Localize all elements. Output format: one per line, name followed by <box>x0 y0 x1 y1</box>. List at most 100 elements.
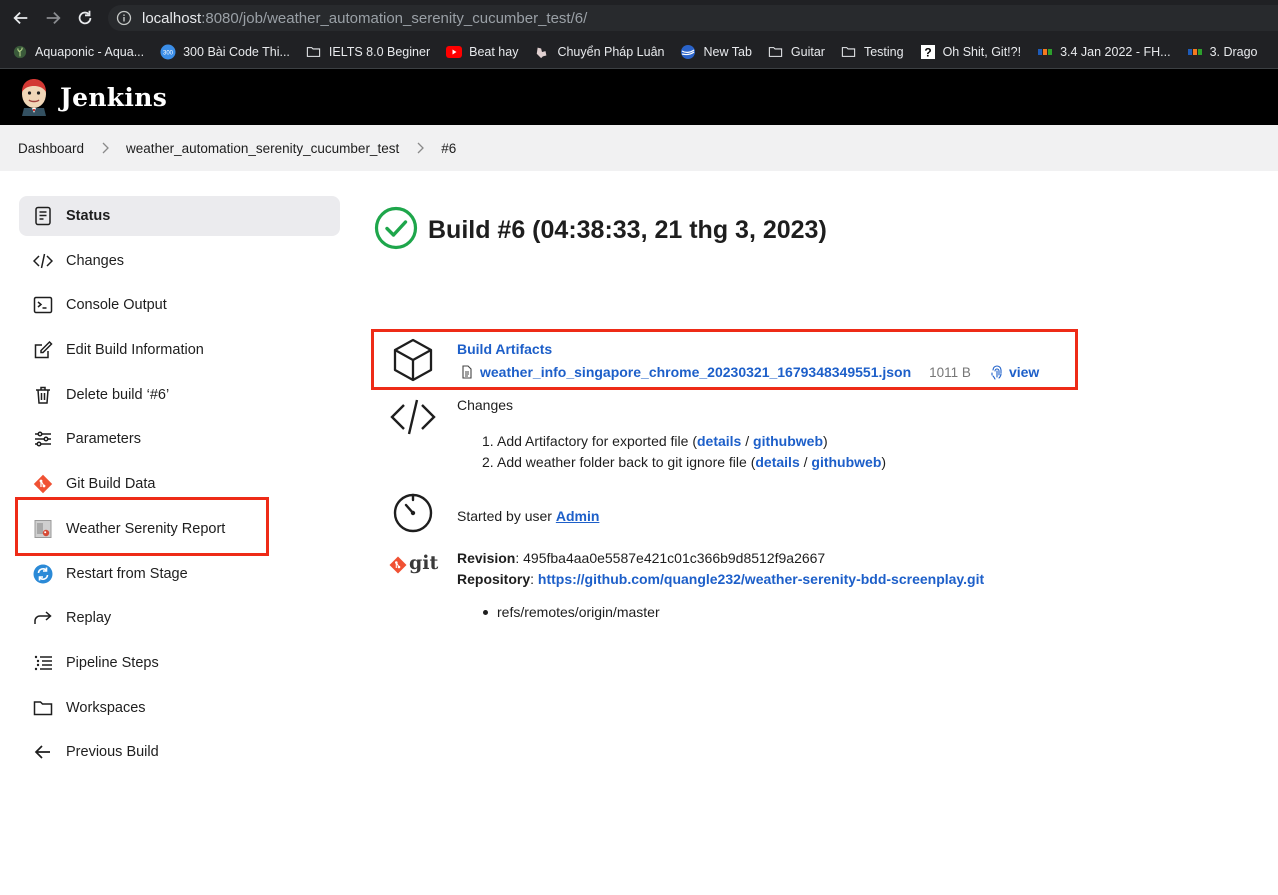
build-artifacts-link[interactable]: Build Artifacts <box>457 341 552 357</box>
terminal-icon <box>33 295 53 315</box>
close-paren-text: ) <box>823 433 828 449</box>
close-paren-text: ) <box>881 454 887 470</box>
bookmark-new-tab[interactable]: New Tab <box>680 44 752 60</box>
folder-icon <box>306 44 322 60</box>
chevron-right-icon <box>415 142 425 154</box>
status-icon <box>33 206 53 226</box>
sidebar-item-parameters[interactable]: Parameters <box>19 419 340 459</box>
bookmark-label: IELTS 8.0 Beginer <box>328 45 431 59</box>
jenkins-title[interactable]: Jenkins <box>60 83 167 112</box>
breadcrumb-build[interactable]: #6 <box>441 141 456 156</box>
highlight-box-build-artifacts <box>371 329 1078 390</box>
sidebar-item-edit-build-information[interactable]: Edit Build Information <box>19 330 340 370</box>
url-path: :8080/job/weather_automation_serenity_cu… <box>201 9 588 27</box>
sidebar-item-replay[interactable]: Replay <box>19 598 340 638</box>
repository-separator: : <box>530 571 538 587</box>
artifact-file-link[interactable]: weather_info_singapore_chrome_20230321_1… <box>480 364 911 380</box>
fpt-icon <box>1187 44 1203 60</box>
sidebar-item-label: Console Output <box>66 297 167 314</box>
edit-icon <box>33 340 53 360</box>
reload-icon[interactable] <box>74 7 96 29</box>
details-link[interactable]: details <box>697 433 741 449</box>
svg-text:?: ? <box>924 46 931 60</box>
arrow-left-icon <box>33 742 53 762</box>
sidebar-item-label: Changes <box>66 252 125 269</box>
artifact-view-link[interactable]: view <box>1009 364 1039 380</box>
git-icon <box>33 474 53 494</box>
started-by: Started by user Admin <box>457 508 599 524</box>
githubweb-link[interactable]: githubweb <box>811 454 881 470</box>
details-link[interactable]: details <box>755 454 799 470</box>
folder-icon <box>768 44 784 60</box>
bookmark-dragon[interactable]: 3. Drago <box>1187 44 1258 60</box>
svg-text:300: 300 <box>163 51 174 57</box>
bookmark-ielts[interactable]: IELTS 8.0 Beginer <box>306 44 430 60</box>
sidebar-item-restart-from-stage[interactable]: Restart from Stage <box>19 554 340 594</box>
url-text: localhost:8080/job/weather_automation_se… <box>142 10 587 27</box>
sidebar-item-label: Parameters <box>66 431 141 448</box>
plant-icon <box>12 44 28 60</box>
git-logo-text: git <box>409 552 439 574</box>
question-icon: ? <box>920 44 936 60</box>
bookmark-testing[interactable]: Testing <box>841 44 904 60</box>
sidebar: Status Changes Console Output Edit Build… <box>19 196 340 777</box>
breadcrumb-job[interactable]: weather_automation_serenity_cucumber_tes… <box>126 141 399 156</box>
bookmark-beat-hay[interactable]: Beat hay <box>446 44 518 60</box>
sidebar-item-label: Status <box>66 208 111 224</box>
breadcrumb-dashboard[interactable]: Dashboard <box>18 141 84 156</box>
info-icon[interactable] <box>116 10 132 26</box>
back-icon[interactable] <box>10 7 32 29</box>
repository-link[interactable]: https://github.com/quangle232/weather-se… <box>538 571 984 587</box>
list-item: 2. Add weather folder back to git ignore… <box>482 452 887 473</box>
build-header: Build #6 (04:38:33, 21 thg 3, 2023) <box>374 206 827 255</box>
bookmark-label: Chuyển Pháp Luân <box>557 45 665 59</box>
change-text: Add weather folder back to git ignore fi… <box>497 454 756 470</box>
timer-icon <box>390 490 436 536</box>
sidebar-item-label: Pipeline Steps <box>66 654 159 671</box>
globe-icon <box>680 44 696 60</box>
bookmark-300-code[interactable]: 300 300 Bài Code Thi... <box>160 44 290 60</box>
browser-toolbar: localhost:8080/job/weather_automation_se… <box>0 0 1278 36</box>
youtube-icon <box>446 44 463 60</box>
sidebar-item-label: Restart from Stage <box>66 565 188 582</box>
bookmark-label: Testing <box>863 45 904 59</box>
fingerprint-icon[interactable] <box>989 364 1005 380</box>
fpt-icon <box>1037 44 1053 60</box>
sidebar-item-label: Previous Build <box>66 744 159 761</box>
changes-title: Changes <box>457 397 514 413</box>
sidebar-item-pipeline-steps[interactable]: Pipeline Steps <box>19 643 340 683</box>
forward-icon[interactable] <box>42 7 64 29</box>
sidebar-item-changes[interactable]: Changes <box>19 241 340 281</box>
sidebar-item-status[interactable]: Status <box>19 196 340 236</box>
chevron-right-icon <box>100 142 110 154</box>
sidebar-item-label: Edit Build Information <box>66 342 204 359</box>
bookmarks-bar: Aquaponic - Aqua... 300 300 Bài Code Thi.… <box>0 36 1278 69</box>
revision-value: : 495fba4aa0e5587e421c01c366b9d8512f9a26… <box>515 550 826 566</box>
url-host: localhost <box>142 9 202 27</box>
falun-icon <box>534 44 550 60</box>
breadcrumb: Dashboard weather_automation_serenity_cu… <box>0 125 1278 171</box>
sidebar-item-workspaces[interactable]: Workspaces <box>19 688 340 728</box>
sidebar-item-previous-build[interactable]: Previous Build <box>19 732 340 772</box>
sidebar-item-console-output[interactable]: Console Output <box>19 285 340 325</box>
bookmark-fpt-jan-2022[interactable]: 3.4 Jan 2022 - FH... <box>1037 44 1171 60</box>
branch-list: refs/remotes/origin/master <box>483 604 660 620</box>
user-admin-link[interactable]: Admin <box>556 508 600 524</box>
address-bar[interactable]: localhost:8080/job/weather_automation_se… <box>108 5 1278 31</box>
bookmark-oh-shit-git[interactable]: ? Oh Shit, Git!?! <box>920 44 1021 60</box>
revision-label: Revision <box>457 550 516 566</box>
folder-icon <box>841 44 857 60</box>
trash-icon <box>33 385 53 405</box>
bookmark-guitar[interactable]: Guitar <box>768 44 825 60</box>
sidebar-item-delete-build[interactable]: Delete build ‘#6’ <box>19 375 340 415</box>
artifact-size: 1011 B <box>929 364 971 380</box>
bookmark-aquaponic[interactable]: Aquaponic - Aqua... <box>12 44 144 60</box>
folder-icon <box>33 698 53 718</box>
git-revision-info: Revision: 495fba4aa0e5587e421c01c366b9d8… <box>457 548 984 590</box>
separator-text: / <box>799 454 812 470</box>
bookmark-chuyen-phap-luan[interactable]: Chuyển Pháp Luân <box>534 44 664 60</box>
bookmark-label: 3.4 Jan 2022 - FH... <box>1060 45 1171 59</box>
githubweb-link[interactable]: githubweb <box>753 433 823 449</box>
jenkins-logo-icon[interactable] <box>18 78 50 116</box>
sidebar-item-label: Delete build ‘#6’ <box>66 386 170 403</box>
